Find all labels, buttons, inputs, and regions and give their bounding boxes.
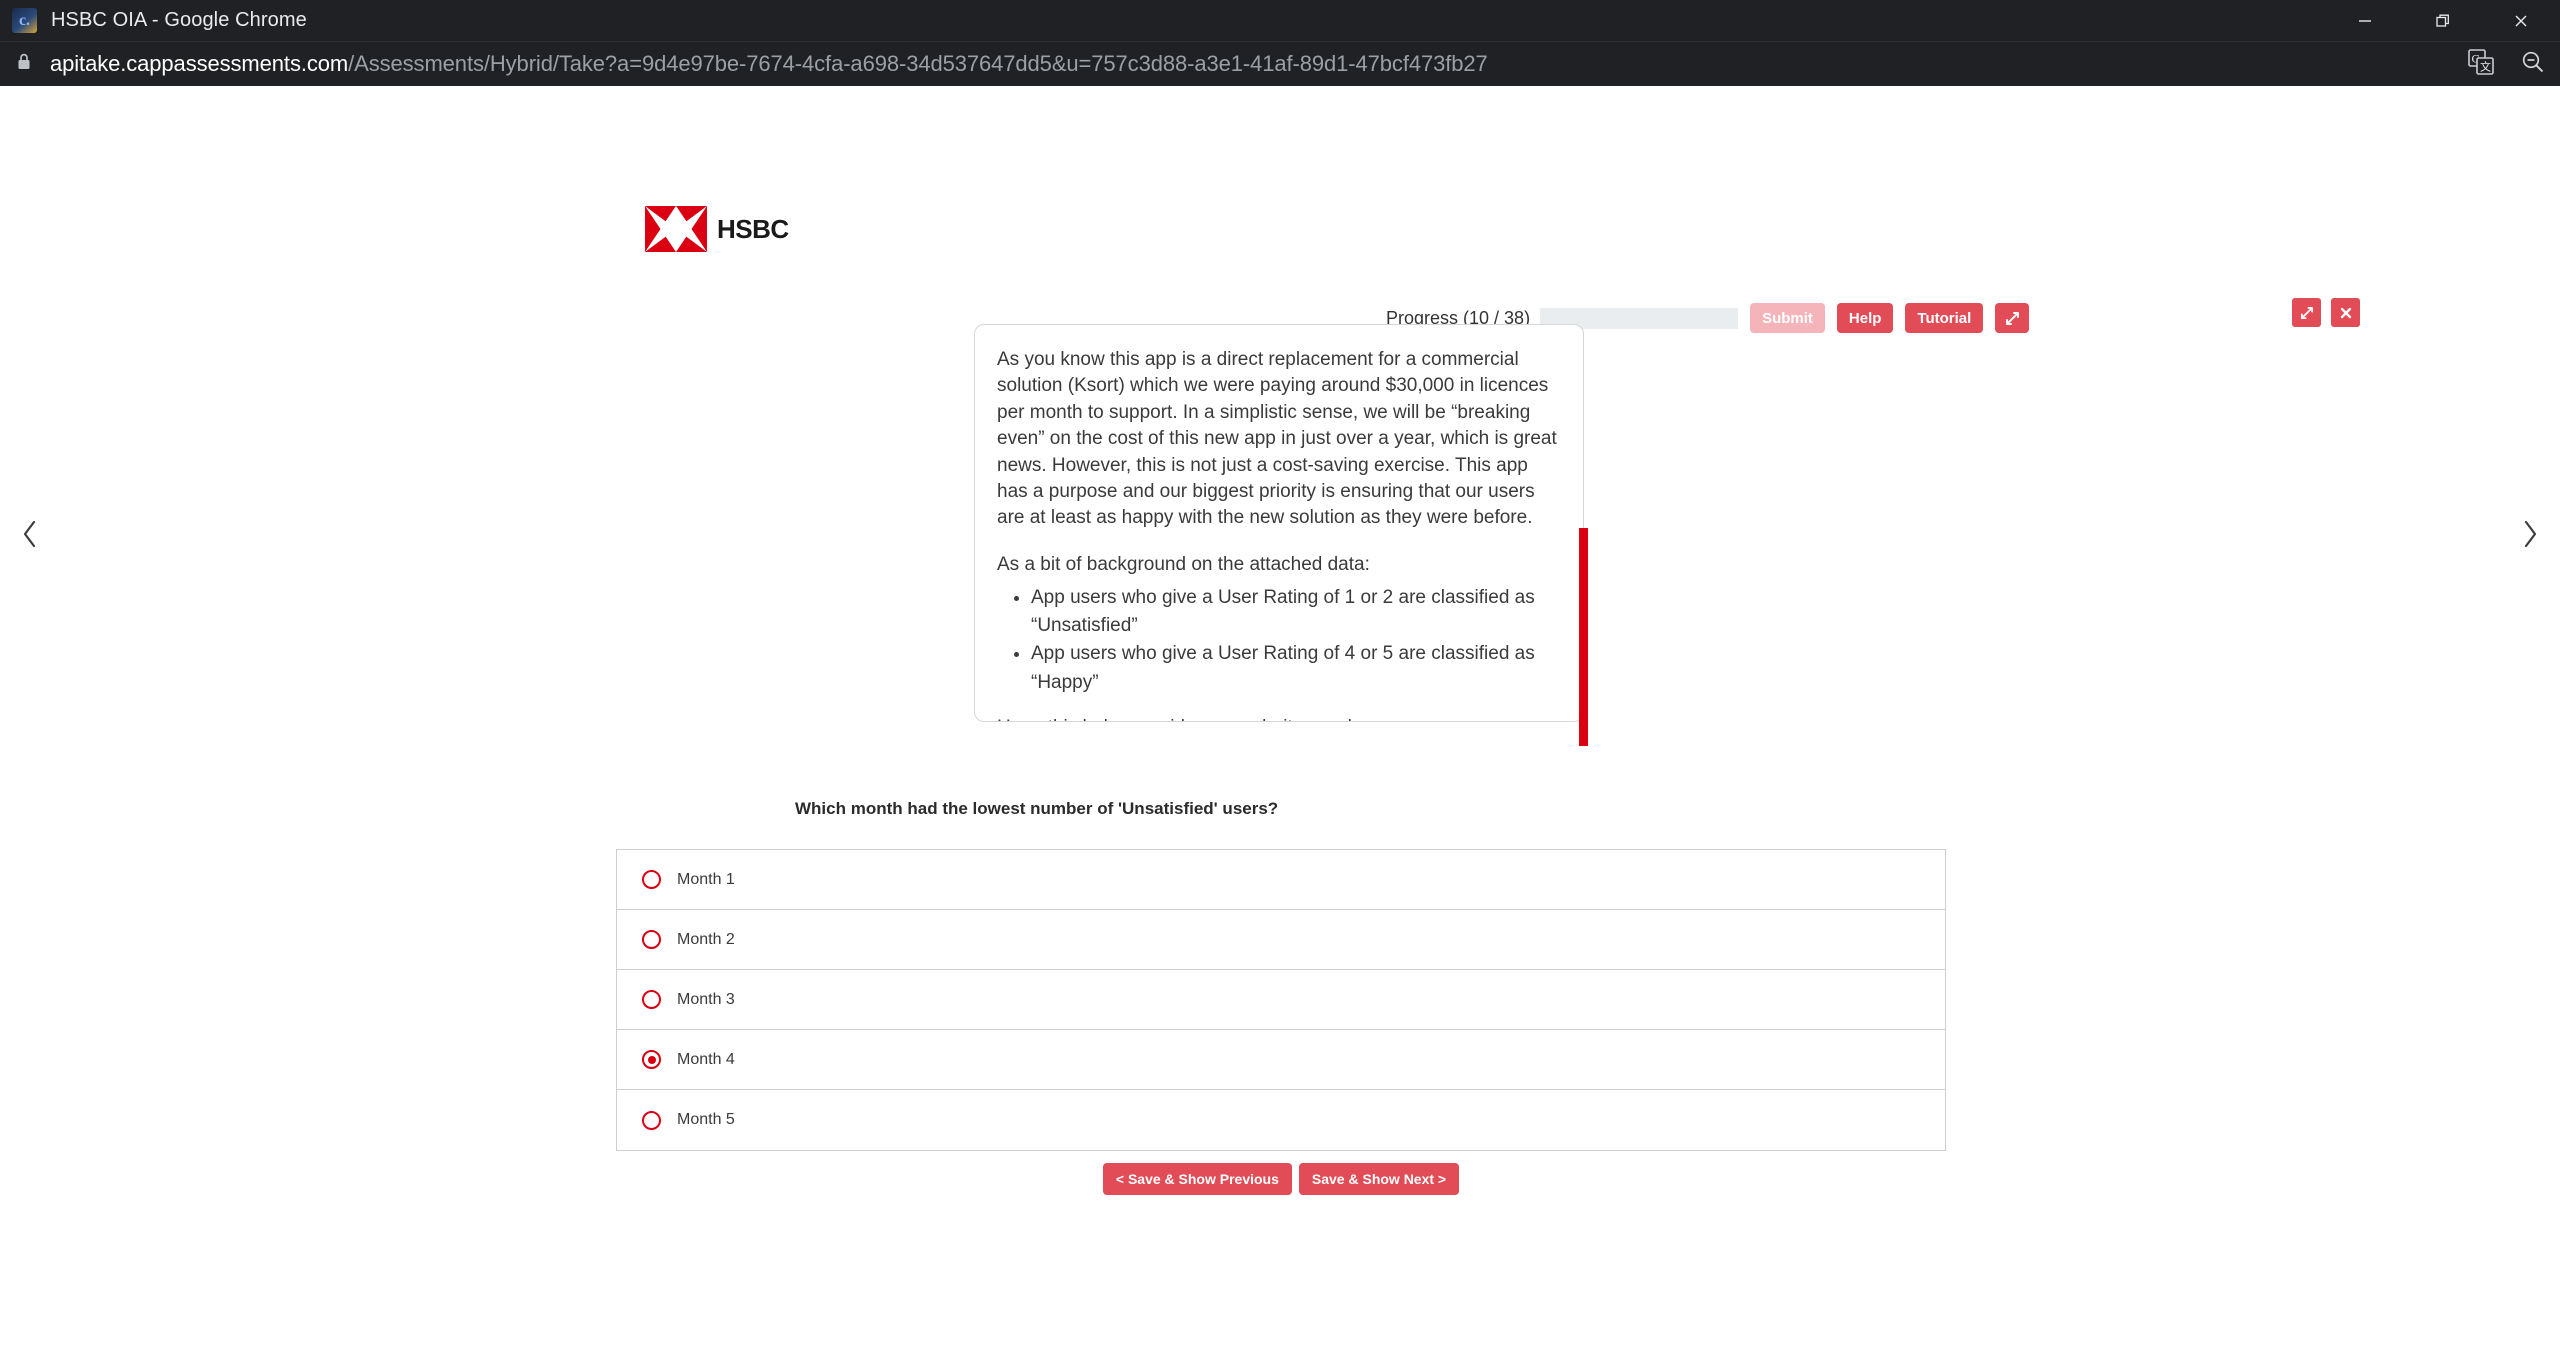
- url-path: /Assessments/Hybrid/Take?a=9d4e97be-7674…: [348, 51, 1488, 76]
- answer-option-label: Month 4: [677, 1050, 735, 1068]
- assessment-page: HSBC Progress (10 / 38) Submit Help Tuto…: [0, 86, 2560, 1356]
- next-item-button[interactable]: [2500, 504, 2560, 564]
- hsbc-hexagon-logo: [645, 206, 707, 252]
- answer-option-row[interactable]: Month 4: [617, 1030, 1945, 1090]
- save-navigation-row: < Save & Show Previous Save & Show Next …: [616, 1163, 1946, 1195]
- stimulus-paragraph-2: As a bit of background on the attached d…: [997, 553, 1370, 575]
- radio-button-3[interactable]: [642, 990, 661, 1009]
- stimulus-paragraph-1: As you know this app is a direct replace…: [997, 349, 1557, 529]
- assessment-header: HSBC Progress (10 / 38) Submit Help Tuto…: [0, 192, 2560, 333]
- panel-expand-button[interactable]: [2292, 298, 2321, 327]
- close-x-icon: [2340, 307, 2351, 318]
- answer-option-label: Month 5: [677, 1111, 735, 1128]
- answer-option-row[interactable]: Month 2: [617, 910, 1945, 970]
- chevron-left-icon: [23, 520, 36, 548]
- page-scrollbar-thumb[interactable]: [1579, 528, 1588, 746]
- answer-option-label: Month 1: [677, 870, 735, 888]
- minimize-icon: [2359, 19, 2371, 22]
- submit-button[interactable]: Submit: [1750, 303, 1825, 333]
- svg-text:文: 文: [2480, 60, 2491, 74]
- header-expand-button[interactable]: [1995, 303, 2030, 333]
- panel-close-button[interactable]: [2331, 298, 2360, 327]
- hsbc-logo: HSBC: [645, 206, 789, 252]
- answer-options-list: Month 1 Month 2 Month 3 Month 4 Month 5: [616, 849, 1946, 1151]
- answer-option-label: Month 2: [677, 930, 735, 948]
- browser-url-bar[interactable]: apitake.cappassessments.com/Assessments/…: [0, 41, 2560, 86]
- stimulus-card: As you know this app is a direct replace…: [974, 324, 1584, 722]
- window-title: HSBC OIA - Google Chrome: [51, 9, 307, 31]
- answer-option-row[interactable]: Month 3: [617, 970, 1945, 1030]
- answer-option-row[interactable]: Month 5: [617, 1090, 1945, 1150]
- tutorial-button[interactable]: Tutorial: [1905, 303, 1984, 333]
- radio-button-1[interactable]: [642, 870, 661, 889]
- panel-corner-controls: [2292, 298, 2360, 327]
- lock-icon: [16, 52, 32, 76]
- expand-arrows-icon: [2005, 311, 2019, 325]
- minimize-button[interactable]: [2326, 0, 2404, 41]
- hsbc-wordmark: HSBC: [717, 213, 789, 244]
- help-button[interactable]: Help: [1836, 303, 1894, 333]
- radio-button-5[interactable]: [642, 1110, 661, 1130]
- radio-button-2[interactable]: [642, 930, 661, 949]
- radio-button-4[interactable]: [642, 1050, 661, 1069]
- list-item: App users who give a User Rating of 1 or…: [1031, 584, 1557, 640]
- save-show-next-button[interactable]: Save & Show Next >: [1298, 1163, 1460, 1195]
- zoom-out-icon[interactable]: [2520, 49, 2546, 80]
- url-text[interactable]: apitake.cappassessments.com/Assessments/…: [50, 51, 1488, 77]
- list-item: App users who give a User Rating of 4 or…: [1031, 640, 1557, 696]
- window-controls: [2326, 0, 2560, 41]
- restore-button[interactable]: [2404, 0, 2482, 41]
- stimulus-paragraph-3: Hope this helps provide some clarity on …: [997, 715, 1557, 721]
- previous-item-button[interactable]: [0, 504, 60, 564]
- google-translate-icon[interactable]: G 文: [2468, 49, 2494, 80]
- chevron-right-icon: [2524, 520, 2537, 548]
- save-show-previous-button[interactable]: < Save & Show Previous: [1102, 1163, 1292, 1195]
- stimulus-panel: As you know this app is a direct replace…: [974, 324, 1584, 722]
- stimulus-bullet-list: App users who give a User Rating of 1 or…: [1031, 584, 1557, 696]
- restore-icon: [2436, 14, 2449, 27]
- close-icon: [2515, 15, 2527, 26]
- close-window-button[interactable]: [2482, 0, 2560, 41]
- browser-titlebar: c. HSBC OIA - Google Chrome: [0, 0, 2560, 41]
- chrome-icon: c.: [12, 8, 37, 33]
- url-host: apitake.cappassessments.com: [50, 51, 349, 76]
- question-text: Which month had the lowest number of 'Un…: [795, 799, 1279, 818]
- url-bar-actions: G 文: [2468, 42, 2546, 87]
- answer-option-row[interactable]: Month 1: [617, 850, 1945, 910]
- expand-arrows-icon: [2300, 306, 2313, 319]
- answer-option-label: Month 3: [677, 990, 735, 1008]
